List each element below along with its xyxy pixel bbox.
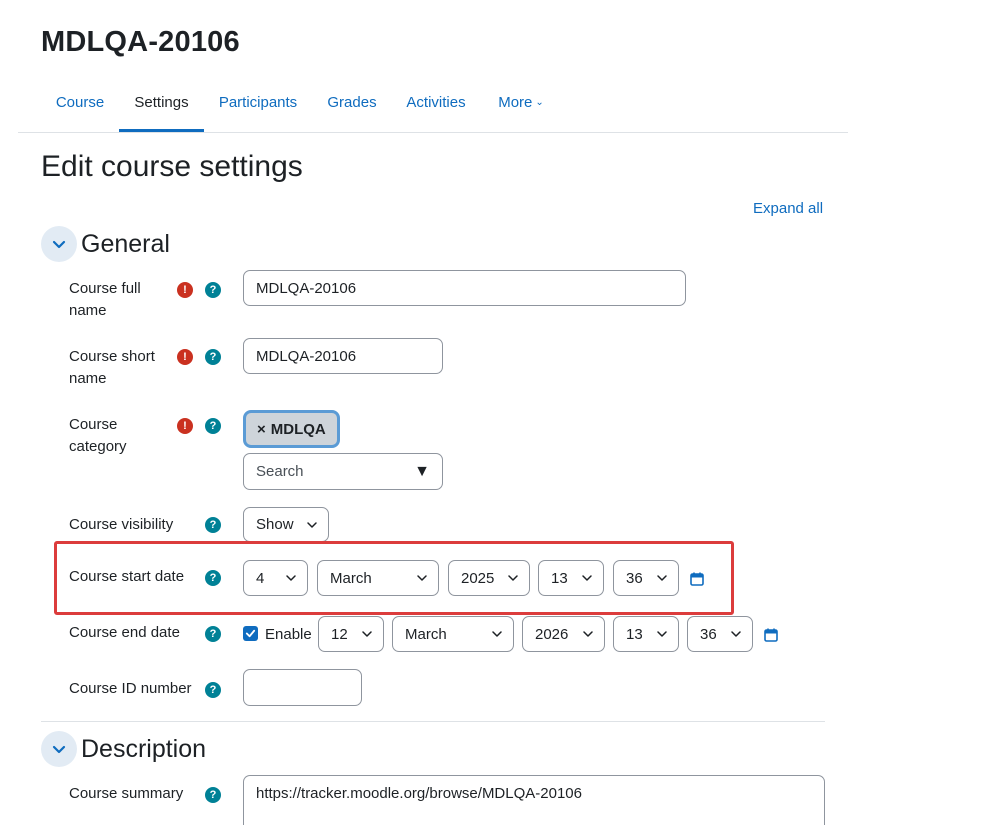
enddate-enable-checkbox[interactable] <box>243 626 258 641</box>
chevron-down-icon <box>52 240 66 249</box>
chevron-down-icon <box>583 631 593 637</box>
summary-editor[interactable]: https://tracker.moodle.org/browse/MDLQA-… <box>243 775 825 825</box>
summary-label: Course summary <box>69 785 184 802</box>
category-label-line2: category <box>69 438 127 455</box>
category-chip-label: MDLQA <box>270 420 326 438</box>
enddate-hour-select[interactable]: 13 <box>613 616 679 652</box>
required-icon: ! <box>177 418 193 434</box>
enddate-month-select[interactable]: March <box>392 616 514 652</box>
help-icon[interactable]: ? <box>205 517 221 533</box>
fullname-label-line2: name <box>69 302 107 319</box>
chevron-down-icon <box>582 575 592 581</box>
chevron-down-icon <box>307 521 317 528</box>
chevron-down-icon <box>417 575 427 581</box>
startdate-year-value: 2025 <box>461 569 495 587</box>
idnumber-input[interactable] <box>243 669 362 706</box>
visibility-label: Course visibility <box>69 516 174 533</box>
fullname-value: MDLQA-20106 <box>256 279 357 297</box>
startdate-day-select[interactable]: 4 <box>243 560 308 596</box>
tab-participants[interactable]: Participants <box>213 84 303 132</box>
category-label: Course category <box>69 414 127 458</box>
startdate-month-select[interactable]: March <box>317 560 439 596</box>
dropdown-arrow-icon: ▼ <box>414 462 430 480</box>
help-icon[interactable]: ? <box>205 626 221 642</box>
chevron-down-icon <box>492 631 502 637</box>
startdate-minute-value: 36 <box>626 569 643 587</box>
category-search-input[interactable]: Search ▼ <box>243 453 443 490</box>
chevron-down-icon <box>508 575 518 581</box>
category-label-line1: Course <box>69 416 118 433</box>
course-nav: Course Settings Participants Grades Acti… <box>18 84 848 133</box>
category-search-placeholder: Search <box>256 463 304 480</box>
enddate-hour-value: 13 <box>626 625 643 643</box>
chevron-down-icon <box>731 631 741 637</box>
required-icon: ! <box>177 349 193 365</box>
required-icon: ! <box>177 282 193 298</box>
section-description-title: Description <box>81 735 207 763</box>
tab-activities[interactable]: Activities <box>399 84 473 132</box>
checkmark-icon <box>245 629 256 638</box>
help-icon[interactable]: ? <box>205 282 221 298</box>
summary-value: https://tracker.moodle.org/browse/MDLQA-… <box>256 785 582 802</box>
idnumber-label: Course ID number <box>69 680 192 697</box>
enddate-minute-select[interactable]: 36 <box>687 616 753 652</box>
fullname-label: Course full name <box>69 278 141 322</box>
chevron-down-icon <box>52 745 66 754</box>
category-chip[interactable]: × MDLQA <box>243 410 340 448</box>
calendar-icon[interactable] <box>689 571 705 587</box>
enddate-year-value: 2026 <box>535 625 569 643</box>
fullname-label-line1: Course full <box>69 280 141 297</box>
chevron-down-icon <box>657 631 667 637</box>
help-icon[interactable]: ? <box>205 787 221 803</box>
shortname-input[interactable]: MDLQA-20106 <box>243 338 443 374</box>
chevron-down-icon <box>362 631 372 637</box>
startdate-label: Course start date <box>69 568 185 585</box>
tab-settings[interactable]: Settings <box>119 84 204 132</box>
enddate-year-select[interactable]: 2026 <box>522 616 605 652</box>
startdate-day-value: 4 <box>256 569 265 587</box>
tab-more[interactable]: More ⌄ <box>490 84 552 132</box>
startdate-hour-value: 13 <box>551 569 568 587</box>
calendar-icon[interactable] <box>763 627 779 643</box>
course-title: MDLQA-20106 <box>41 26 240 58</box>
help-icon[interactable]: ? <box>205 418 221 434</box>
startdate-minute-select[interactable]: 36 <box>613 560 679 596</box>
startdate-hour-select[interactable]: 13 <box>538 560 604 596</box>
chevron-down-icon: ⌄ <box>535 97 544 108</box>
remove-icon: × <box>257 420 266 438</box>
enddate-enable-label[interactable]: Enable <box>265 624 312 646</box>
visibility-select[interactable]: Show <box>243 507 329 542</box>
enddate-day-value: 12 <box>331 625 348 643</box>
enddate-month-value: March <box>405 625 447 643</box>
section-general-title: General <box>81 230 170 258</box>
tab-grades[interactable]: Grades <box>321 84 383 132</box>
help-icon[interactable]: ? <box>205 349 221 365</box>
enddate-day-select[interactable]: 12 <box>318 616 384 652</box>
help-icon[interactable]: ? <box>205 682 221 698</box>
page-title: Edit course settings <box>41 150 303 183</box>
startdate-month-value: March <box>330 569 372 587</box>
section-divider <box>41 721 825 722</box>
expand-all-link[interactable]: Expand all <box>753 200 823 217</box>
section-general-toggle[interactable] <box>41 226 77 262</box>
shortname-label: Course short name <box>69 346 155 390</box>
help-icon[interactable]: ? <box>205 570 221 586</box>
shortname-label-line2: name <box>69 370 107 387</box>
shortname-label-line1: Course short <box>69 348 155 365</box>
chevron-down-icon <box>657 575 667 581</box>
enddate-minute-value: 36 <box>700 625 717 643</box>
fullname-input[interactable]: MDLQA-20106 <box>243 270 686 306</box>
startdate-year-select[interactable]: 2025 <box>448 560 530 596</box>
chevron-down-icon <box>286 575 296 581</box>
enddate-label: Course end date <box>69 624 180 641</box>
tab-more-label: More <box>498 94 533 111</box>
visibility-value: Show <box>256 516 294 533</box>
tab-course[interactable]: Course <box>44 84 116 132</box>
section-description-toggle[interactable] <box>41 731 77 767</box>
shortname-value: MDLQA-20106 <box>256 347 357 365</box>
